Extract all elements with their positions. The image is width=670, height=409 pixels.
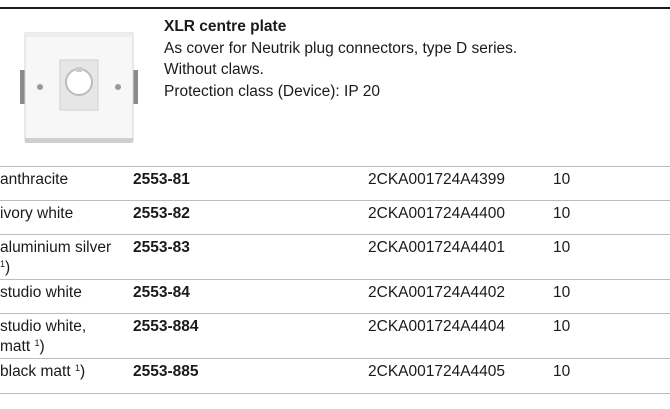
color-cell: anthracite	[0, 171, 69, 188]
table-row: aluminium silver 1) 2553-83 2CKA001724A4…	[0, 234, 670, 279]
footnote-marker: 1	[0, 259, 6, 269]
footnote-marker: 1	[34, 338, 40, 348]
article-number-cell: 2553-884	[133, 318, 199, 335]
order-code-cell: 2CKA001724A4402	[368, 284, 506, 301]
description-line: Without claws.	[164, 61, 264, 78]
table-row: studio white 2553-84 2CKA001724A4402 10	[0, 279, 670, 313]
xlr-centre-plate-image	[20, 32, 138, 143]
pack-quantity-cell: 10	[553, 363, 571, 380]
order-code-cell: 2CKA001724A4400	[368, 205, 506, 222]
order-code-cell: 2CKA001724A4401	[368, 239, 506, 256]
table-row: studio white, matt 1) 2553-884 2CKA00172…	[0, 313, 670, 358]
color-cell: ivory white	[0, 205, 74, 222]
order-code-cell: 2CKA001724A4405	[368, 363, 506, 380]
product-description: XLR centre plate As cover for Neutrik pl…	[164, 16, 664, 102]
article-number-cell: 2553-885	[133, 363, 199, 380]
order-code-cell: 2CKA001724A4399	[368, 171, 506, 188]
pack-quantity-cell: 10	[553, 205, 571, 222]
footnote-marker: 1	[74, 363, 80, 373]
order-code-cell: 2CKA001724A4404	[368, 318, 506, 335]
article-number-cell: 2553-84	[133, 284, 190, 301]
article-number-cell: 2553-83	[133, 239, 190, 256]
description-line: Protection class (Device): IP 20	[164, 82, 380, 100]
pack-quantity-cell: 10	[553, 171, 571, 188]
table-row: ivory white 2553-82 2CKA001724A4400 10	[0, 200, 670, 234]
table-row: anthracite 2553-81 2CKA001724A4399 10	[0, 166, 670, 200]
variants-table: anthracite 2553-81 2CKA001724A4399 10 iv…	[0, 166, 670, 394]
color-cell: studio white	[0, 284, 82, 301]
article-number-cell: 2553-82	[133, 205, 190, 222]
top-rule	[0, 7, 670, 9]
pack-quantity-cell: 10	[553, 284, 571, 301]
pack-quantity-cell: 10	[553, 239, 571, 256]
article-number-cell: 2553-81	[133, 171, 190, 188]
description-line: As cover for Neutrik plug connectors, ty…	[164, 39, 518, 57]
color-cell: black matt 1)	[0, 363, 86, 380]
pack-quantity-cell: 10	[553, 318, 571, 335]
table-row: black matt 1) 2553-885 2CKA001724A4405 1…	[0, 358, 670, 394]
color-cell: aluminium silver 1)	[0, 239, 112, 276]
color-cell: studio white, matt 1)	[0, 318, 87, 355]
product-title: XLR centre plate	[164, 18, 287, 35]
